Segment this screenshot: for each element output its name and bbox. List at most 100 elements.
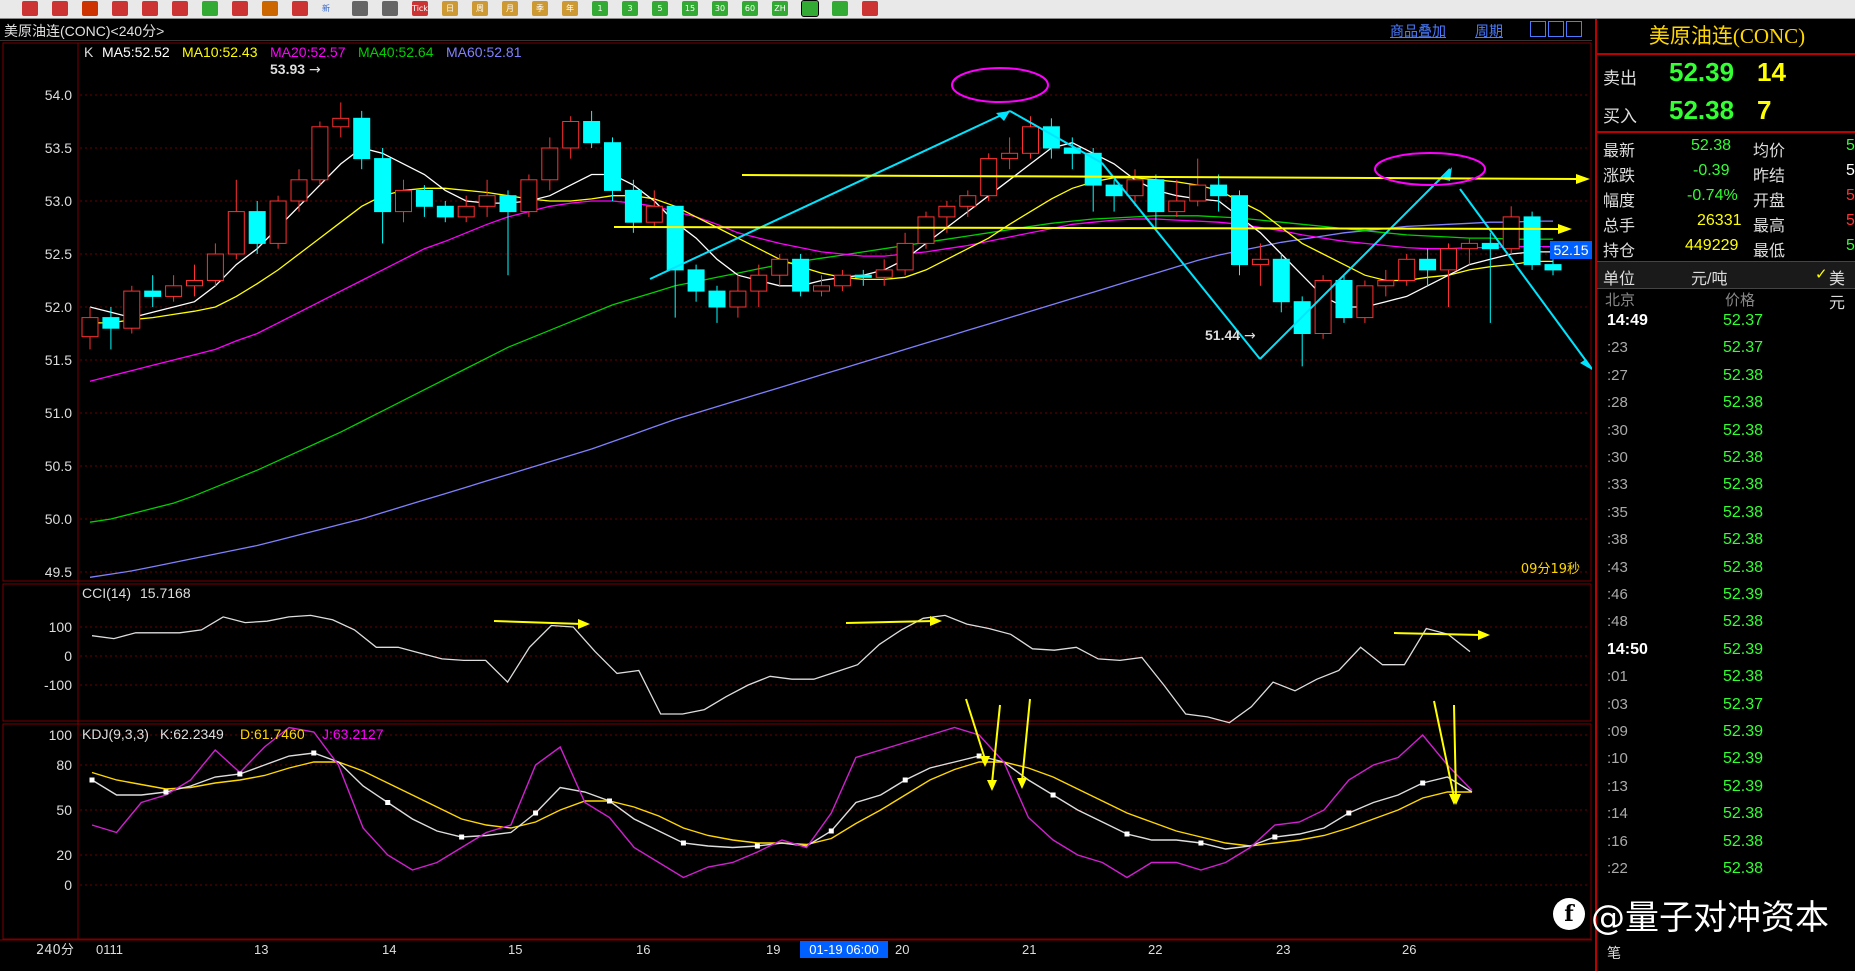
year-button[interactable]: 年 bbox=[562, 1, 578, 16]
candle-up bbox=[1377, 280, 1395, 287]
ma60-line bbox=[89, 220, 1553, 578]
toolbar-icon-end[interactable] bbox=[862, 1, 878, 16]
tick-row: :28 52.38 bbox=[1597, 390, 1855, 417]
buy-row[interactable]: 买入 52.38 7 bbox=[1597, 93, 1855, 131]
candle-down bbox=[1272, 258, 1290, 303]
tick-time: :38 bbox=[1607, 531, 1628, 549]
candle-down bbox=[1481, 242, 1499, 250]
candle-up bbox=[1440, 248, 1457, 271]
top-ellipse-2 bbox=[1374, 152, 1486, 186]
candle-up bbox=[1251, 258, 1269, 266]
period-link[interactable]: 周期 bbox=[1475, 21, 1503, 41]
legend-ma5: MA5:52.52 bbox=[102, 44, 170, 60]
list-icon[interactable] bbox=[352, 1, 368, 16]
candle-down bbox=[624, 189, 642, 223]
tick-row: :10 52.39 bbox=[1597, 746, 1855, 773]
candle-up bbox=[269, 200, 287, 244]
tick-row: :23 52.37 bbox=[1597, 335, 1855, 362]
candle-up bbox=[813, 285, 830, 292]
candle-up bbox=[1001, 152, 1019, 160]
toolbar-icon-1[interactable] bbox=[22, 1, 38, 16]
grid-icon[interactable] bbox=[382, 1, 398, 16]
kdj-arrow-line bbox=[991, 704, 1001, 784]
candle-up bbox=[81, 317, 99, 338]
toolbar-icon-4[interactable] bbox=[112, 1, 128, 16]
toolbar-icon-5[interactable] bbox=[142, 1, 158, 16]
top-ellipse-1 bbox=[951, 67, 1049, 103]
candle-down bbox=[374, 158, 392, 213]
kline-svg[interactable]: 54.0 53.5 53.0 52.5 52.0 51.5 51.0 50.5 50.0 49.5… bbox=[0, 41, 1592, 959]
stats-grid: 最新 52.38 均价 5 涨跌 -0.39 昨结 5 幅度 -0.74% 开盘… bbox=[1597, 131, 1855, 263]
candle-down bbox=[1231, 195, 1248, 266]
chart-area[interactable]: 54.0 53.5 53.0 52.5 52.0 51.5 51.0 50.5 50.0 49.5… bbox=[0, 41, 1592, 959]
x-tick-label: 22 bbox=[1148, 942, 1162, 957]
open-interest-value: 449229 bbox=[1685, 237, 1739, 254]
kdj-marker bbox=[163, 789, 169, 795]
tick-time: :10 bbox=[1607, 750, 1628, 768]
new-button[interactable]: 新 bbox=[318, 1, 334, 16]
day-button[interactable]: 日 bbox=[442, 1, 458, 16]
kdj-marker bbox=[1050, 792, 1056, 798]
toolbar-icon-7[interactable] bbox=[202, 1, 218, 16]
sell-row[interactable]: 卖出 52.39 14 bbox=[1597, 55, 1855, 93]
pct-value: -0.74% bbox=[1687, 187, 1738, 204]
custom-period-button[interactable] bbox=[832, 1, 848, 16]
zh-button[interactable]: ZH bbox=[772, 1, 788, 16]
toolbar-icon-10[interactable] bbox=[292, 1, 308, 16]
usd-label[interactable]: 美元 bbox=[1829, 265, 1855, 313]
window-restore-icon[interactable] bbox=[1530, 21, 1546, 37]
x-tick-label: 20 bbox=[895, 942, 909, 957]
x-tick-label: 0111 bbox=[96, 942, 123, 957]
candle-down bbox=[604, 142, 621, 191]
kdj-arrowhead bbox=[1017, 778, 1027, 789]
overlay-link[interactable]: 商品叠加 bbox=[1390, 21, 1446, 41]
candle-down bbox=[353, 117, 371, 160]
candle-up bbox=[520, 179, 538, 213]
x-tick-label: 19 bbox=[766, 942, 780, 957]
y-tick-label: 54.0 bbox=[45, 87, 72, 103]
candle-up bbox=[917, 216, 935, 244]
candle-up bbox=[123, 290, 141, 329]
tick-row: :14 52.38 bbox=[1597, 801, 1855, 828]
candle-up bbox=[395, 189, 412, 213]
toolbar-icon-8[interactable] bbox=[232, 1, 248, 16]
min60-button[interactable]: 60 bbox=[742, 1, 758, 16]
toolbar-icon-6[interactable] bbox=[172, 1, 188, 16]
kdj-marker bbox=[754, 843, 760, 849]
latest-label: 最新 bbox=[1603, 143, 1636, 160]
tick-row: :35 52.38 bbox=[1597, 500, 1855, 527]
min15-button[interactable]: 15 bbox=[682, 1, 698, 16]
min5-button[interactable]: 5 bbox=[652, 1, 668, 16]
toolbar-icon-2[interactable] bbox=[52, 1, 68, 16]
min240-button[interactable] bbox=[801, 0, 819, 17]
tick-button[interactable]: Tick bbox=[412, 1, 428, 16]
y-tick-label: 53.5 bbox=[45, 140, 72, 156]
toolbar-icon-3[interactable] bbox=[82, 1, 98, 16]
watermark-logo-icon: f bbox=[1553, 898, 1585, 930]
candles bbox=[81, 102, 1562, 367]
cci-panel: 100 0 -100 CCI(14) 15.7168 bbox=[44, 585, 1590, 724]
x-axis-period: 240分 bbox=[36, 943, 74, 958]
week-button[interactable]: 周 bbox=[472, 1, 488, 16]
candle-down bbox=[1419, 258, 1437, 271]
kdj-marker bbox=[533, 810, 539, 816]
min1-button[interactable]: 1 bbox=[592, 1, 608, 16]
kdj-y-tick: 0 bbox=[64, 877, 72, 893]
check-icon[interactable]: ✓ bbox=[1815, 265, 1828, 283]
season-button[interactable]: 季 bbox=[532, 1, 548, 16]
tick-time: :35 bbox=[1607, 503, 1628, 521]
tick-price: 52.38 bbox=[1723, 476, 1764, 494]
kdj-marker bbox=[237, 771, 243, 777]
toolbar-icon-9[interactable] bbox=[262, 1, 278, 16]
window-tile-icon[interactable] bbox=[1548, 21, 1564, 37]
volume-value: 26331 bbox=[1697, 212, 1742, 229]
tick-price: 52.38 bbox=[1723, 832, 1764, 850]
unit-value: 元/吨 bbox=[1691, 271, 1728, 288]
window-split-icon[interactable] bbox=[1566, 21, 1582, 37]
month-button[interactable]: 月 bbox=[502, 1, 518, 16]
unit-label: 单位 bbox=[1603, 271, 1636, 288]
min30-button[interactable]: 30 bbox=[712, 1, 728, 16]
candle-down bbox=[583, 121, 601, 144]
trend-line-down-3 bbox=[1459, 188, 1592, 370]
min3-button[interactable]: 3 bbox=[622, 1, 638, 16]
